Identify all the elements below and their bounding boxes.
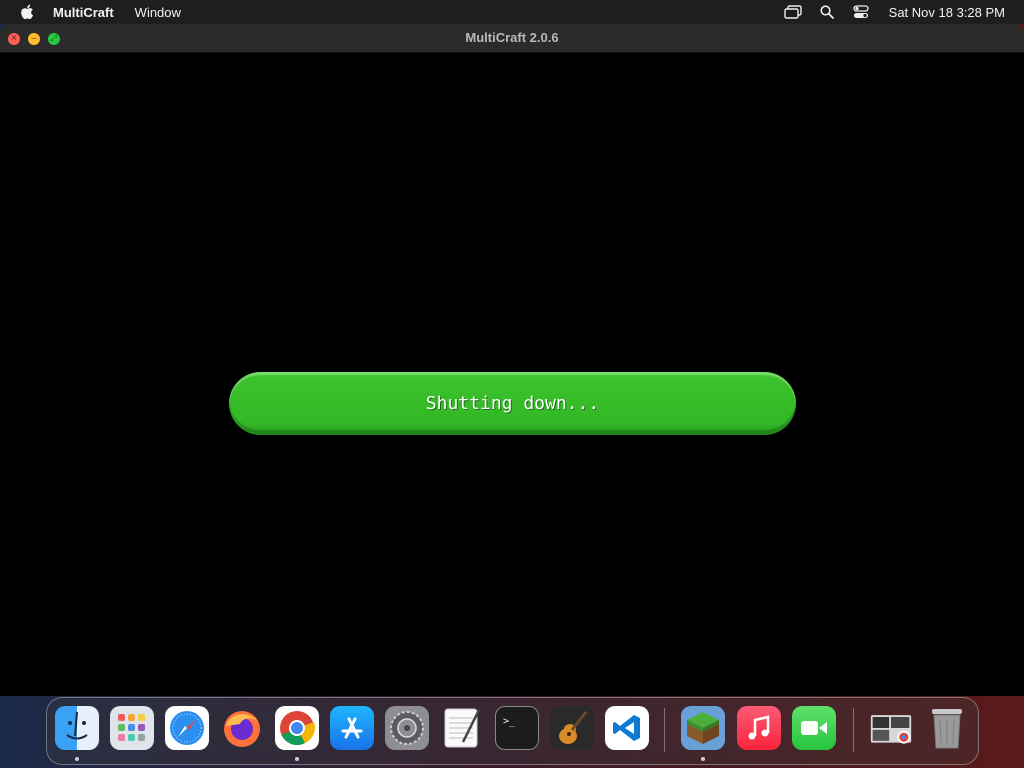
search-icon[interactable] <box>817 4 837 20</box>
menu-bar: MultiCraft Window Sat Nov 18 3:28 PM <box>0 0 1024 24</box>
facetime-icon[interactable] <box>792 706 836 750</box>
settings-icon[interactable] <box>385 706 429 750</box>
app-store-icon[interactable] <box>330 706 374 750</box>
apple-icon[interactable] <box>19 4 35 20</box>
dock: >_ <box>46 697 979 765</box>
textedit-icon[interactable] <box>440 706 484 750</box>
svg-text:>_: >_ <box>503 716 516 727</box>
window-titlebar[interactable]: × – ⤢ MultiCraft 2.0.6 <box>0 24 1024 53</box>
downloads-stack-icon[interactable] <box>869 706 913 750</box>
firefox-icon[interactable] <box>220 706 264 750</box>
dock-separator <box>664 708 665 752</box>
menu-window[interactable]: Window <box>135 5 181 20</box>
terminal-icon[interactable]: >_ <box>495 706 539 750</box>
safari-icon[interactable] <box>165 706 209 750</box>
vscode-icon[interactable] <box>605 706 649 750</box>
running-indicator-multicraft <box>701 757 705 761</box>
status-button: Shutting down... <box>229 372 796 435</box>
menu-app-name[interactable]: MultiCraft <box>53 5 114 20</box>
window-title: MultiCraft 2.0.6 <box>465 30 559 45</box>
chrome-icon[interactable] <box>275 706 319 750</box>
menu-clock[interactable]: Sat Nov 18 3:28 PM <box>889 5 1005 20</box>
game-canvas[interactable]: Shutting down... <box>0 53 1024 696</box>
multicraft-icon[interactable] <box>681 706 725 750</box>
dock-separator <box>853 708 854 752</box>
running-indicator-finder <box>75 757 79 761</box>
garageband-icon[interactable] <box>550 706 594 750</box>
launchpad-icon[interactable] <box>110 706 154 750</box>
status-label: Shutting down... <box>425 393 600 414</box>
app-window: × – ⤢ MultiCraft 2.0.6 Shutting down... <box>0 24 1024 696</box>
finder-icon[interactable] <box>55 706 99 750</box>
trash-icon[interactable] <box>925 706 969 750</box>
running-indicator-chrome <box>295 757 299 761</box>
music-icon[interactable] <box>737 706 781 750</box>
control-center-icon[interactable] <box>851 4 871 20</box>
screen-mirroring-icon[interactable] <box>783 4 803 20</box>
